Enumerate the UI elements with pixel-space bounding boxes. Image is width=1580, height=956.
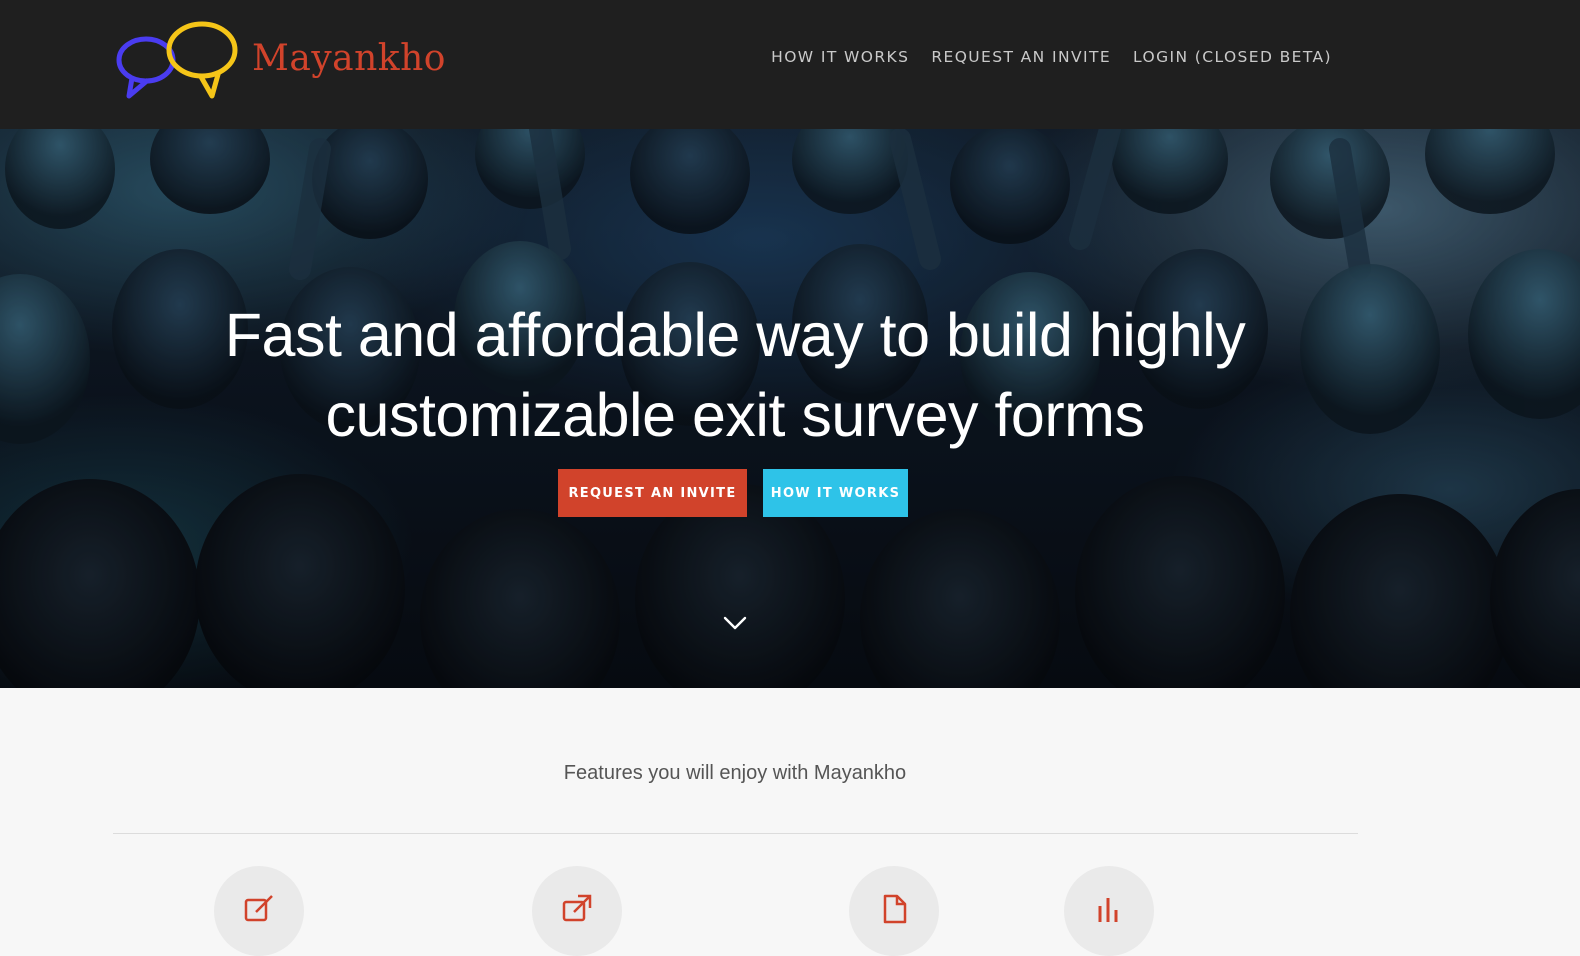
how-it-works-button[interactable]: HOW IT WORKS	[763, 469, 908, 517]
hero-headline: Fast and affordable way to build highly …	[140, 295, 1330, 455]
brand-logo-link[interactable]: Mayankho	[116, 18, 446, 100]
nav-request-invite[interactable]: REQUEST AN INVITE	[931, 46, 1111, 68]
hero-section: Fast and affordable way to build highly …	[0, 129, 1580, 688]
document-icon	[883, 894, 907, 924]
hero-headline-line1: Fast and affordable way to build highly	[224, 301, 1246, 369]
features-heading: Features you will enjoy with Mayankho	[563, 762, 907, 784]
speech-bubbles-logo-icon	[116, 21, 238, 99]
feature-edit	[214, 866, 304, 956]
feature-share	[532, 866, 622, 956]
section-divider	[113, 833, 1358, 834]
main-nav: HOW IT WORKS REQUEST AN INVITE LOGIN (CL…	[771, 46, 1332, 68]
request-invite-button[interactable]: REQUEST AN INVITE	[558, 469, 747, 517]
hero-headline-line2: customizable exit survey forms	[325, 381, 1145, 449]
share-icon	[562, 894, 592, 922]
feature-analytics	[1064, 866, 1154, 956]
site-header: Mayankho HOW IT WORKS REQUEST AN INVITE …	[0, 0, 1580, 129]
feature-document	[849, 866, 939, 956]
edit-icon	[244, 895, 273, 922]
bar-chart-icon	[1098, 898, 1118, 922]
nav-login[interactable]: LOGIN (CLOSED BETA)	[1133, 46, 1332, 68]
brand-name: Mayankho	[252, 38, 446, 79]
chevron-down-icon[interactable]	[722, 614, 748, 632]
nav-how-it-works[interactable]: HOW IT WORKS	[771, 46, 909, 68]
